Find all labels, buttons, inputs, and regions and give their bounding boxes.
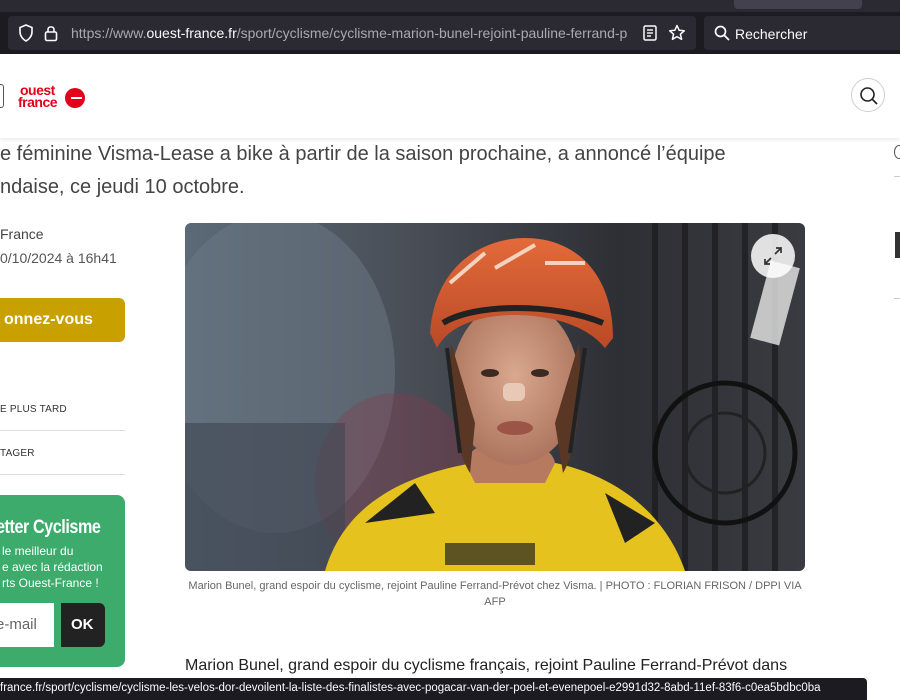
site-header: ouest france [0,54,900,138]
expand-photo-button[interactable] [751,234,795,278]
divider [0,430,125,431]
shield-icon[interactable] [18,24,34,42]
expand-icon [764,247,782,265]
search-icon [714,25,730,41]
divider [894,298,900,299]
search-placeholder: Rechercher [735,26,808,42]
newsletter-title: etter Cyclisme [0,517,101,538]
logo-mark [65,88,85,108]
bookmark-star-icon[interactable] [668,24,686,42]
site-search-button[interactable] [851,78,885,112]
subscribe-button[interactable]: onnez-vous [0,298,125,342]
search-icon [860,87,878,105]
lock-icon[interactable] [44,24,58,42]
active-tab[interactable] [734,0,862,9]
menu-button[interactable] [0,84,4,108]
photo-caption: Marion Bunel, grand espoir du cyclisme, … [188,580,802,608]
browser-toolbar: https://www.ouest-france.fr/sport/cyclis… [0,0,900,54]
article-body: Marion Bunel, grand espoir du cyclisme f… [185,657,788,674]
reader-view-icon[interactable] [642,24,658,42]
divider [0,474,125,475]
newsletter-description: le meilleur du e avec la rédaction rts O… [2,544,103,590]
article-photo[interactable] [185,223,805,571]
link-status-bar: france.fr/sport/cyclisme/cyclisme-les-ve… [0,678,867,700]
ouest-france-logo[interactable]: ouest france [18,82,86,110]
email-field[interactable]: e-mail [0,603,54,647]
article-date: 0/10/2024 à 16h41 [0,250,117,266]
article-author[interactable]: France [0,226,44,242]
address-bar[interactable]: https://www.ouest-france.fr/sport/cyclis… [8,16,696,50]
browser-search-field[interactable]: Rechercher [704,16,900,50]
rail-heading-fragment [895,232,900,258]
url-text[interactable]: https://www.ouest-france.fr/sport/cyclis… [71,25,631,41]
share-button[interactable]: TAGER [0,448,35,459]
divider [894,176,900,177]
newsletter-box: etter Cyclisme le meilleur du e avec la … [0,495,125,667]
newsletter-ok-button[interactable]: OK [61,603,105,647]
cyclist-photo-image [185,223,805,571]
read-later-button[interactable]: E PLUS TARD [0,404,67,415]
clock-icon [894,145,900,159]
